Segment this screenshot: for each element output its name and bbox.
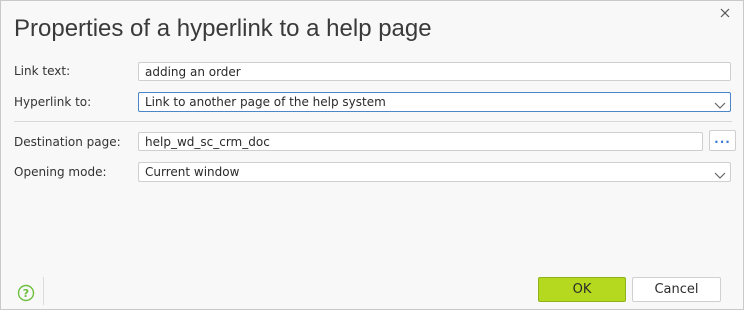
opening-mode-select[interactable]: Current window <box>138 162 731 182</box>
destination-page-input[interactable] <box>138 132 703 151</box>
chevron-down-icon <box>714 167 726 179</box>
dialog-title: Properties of a hyperlink to a help page <box>14 15 432 42</box>
opening-mode-value: Current window <box>145 165 240 179</box>
destination-page-label: Destination page: <box>14 135 121 149</box>
hyperlink-properties-dialog: Properties of a hyperlink to a help page… <box>0 0 744 310</box>
hyperlink-to-select[interactable]: Link to another page of the help system <box>138 92 731 112</box>
hyperlink-to-value: Link to another page of the help system <box>145 95 386 109</box>
link-text-label: Link text: <box>14 64 71 78</box>
opening-mode-label: Opening mode: <box>14 165 107 179</box>
help-icon[interactable]: ? <box>17 284 35 302</box>
link-text-input[interactable] <box>138 62 731 81</box>
chevron-down-icon <box>714 97 726 109</box>
hyperlink-to-label: Hyperlink to: <box>14 95 92 109</box>
footer-separator <box>43 277 44 305</box>
svg-text:?: ? <box>23 287 29 300</box>
cancel-button[interactable]: Cancel <box>632 277 721 302</box>
close-icon[interactable] <box>717 5 733 21</box>
section-divider <box>14 121 732 122</box>
browse-button[interactable]: ... <box>709 130 736 151</box>
ok-button[interactable]: OK <box>538 277 626 302</box>
